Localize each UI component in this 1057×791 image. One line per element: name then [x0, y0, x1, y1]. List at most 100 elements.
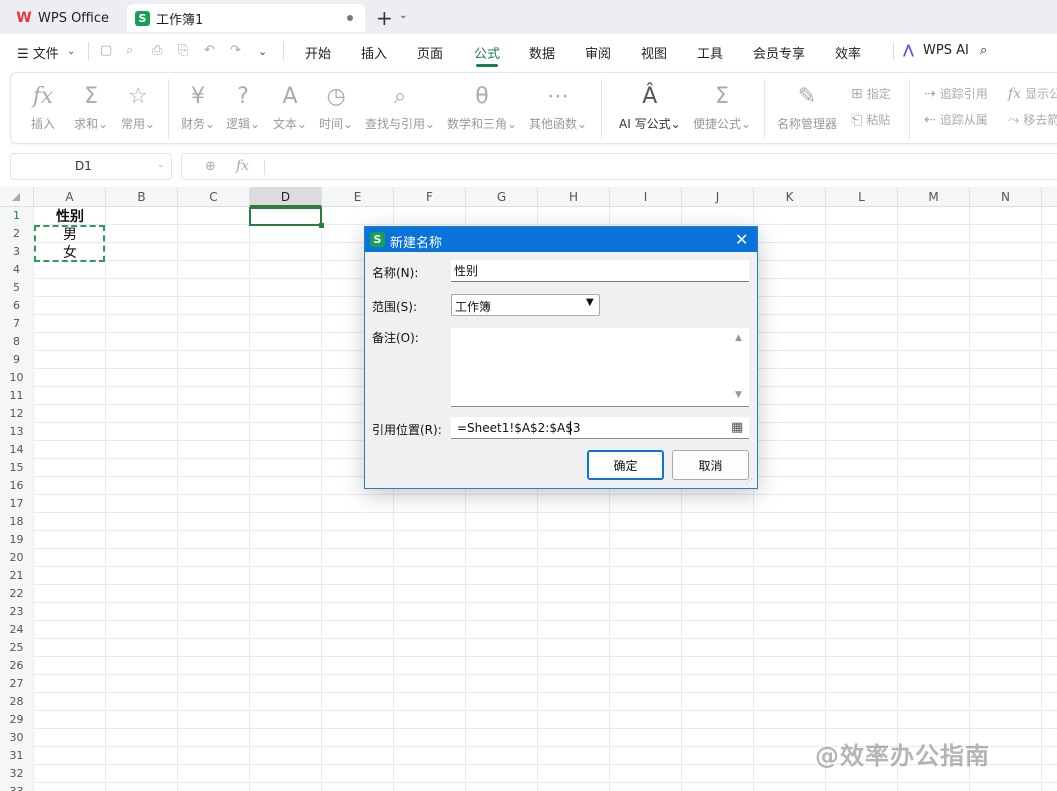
- quick-formula-button[interactable]: Σ 便捷公式⌄: [693, 81, 751, 132]
- ai-formula-button[interactable]: Â AI 写公式⌄: [619, 81, 681, 132]
- row-header-13[interactable]: 13: [0, 423, 34, 441]
- row-header-8[interactable]: 8: [0, 333, 34, 351]
- formula-bar[interactable]: ⊕ fx: [181, 153, 1057, 180]
- undo-icon[interactable]: ↶: [204, 43, 215, 58]
- row-header-19[interactable]: 19: [0, 531, 34, 549]
- column-header-j[interactable]: J: [682, 187, 754, 207]
- menu-insert[interactable]: 插入: [361, 43, 387, 62]
- name-box[interactable]: D1 ⌄: [10, 153, 172, 180]
- time-functions-button[interactable]: ◷ 时间⌄: [319, 81, 353, 132]
- tab-workbook[interactable]: S 工作簿1: [127, 4, 365, 32]
- name-box-dropdown-icon[interactable]: ⌄: [157, 160, 165, 170]
- column-header-k[interactable]: K: [754, 187, 826, 207]
- file-menu-chevron-icon[interactable]: ⌄: [67, 46, 75, 57]
- row-header-27[interactable]: 27: [0, 675, 34, 693]
- autosum-button[interactable]: Σ 求和⌄: [74, 81, 108, 132]
- scroll-up-icon[interactable]: ▲: [735, 333, 742, 343]
- scope-select[interactable]: 工作簿 ▼: [451, 294, 600, 316]
- refers-to-input[interactable]: =Sheet1!$A$2:$A$3 ▦: [451, 417, 749, 439]
- row-header-6[interactable]: 6: [0, 297, 34, 315]
- menu-start[interactable]: 开始: [305, 43, 331, 62]
- resize-grip-icon[interactable]: ⋰: [745, 477, 753, 486]
- column-header-n[interactable]: N: [970, 187, 1042, 207]
- row-header-30[interactable]: 30: [0, 729, 34, 747]
- row-header-18[interactable]: 18: [0, 513, 34, 531]
- export-icon[interactable]: ⌕: [126, 43, 133, 58]
- column-header-l[interactable]: L: [826, 187, 898, 207]
- lookup-functions-button[interactable]: ⌕ 查找与引用⌄: [365, 81, 435, 132]
- zoom-search-icon[interactable]: ⊕: [205, 159, 216, 174]
- ok-button[interactable]: 确定: [587, 450, 664, 480]
- dialog-title-bar[interactable]: S 新建名称 ✕: [365, 227, 757, 252]
- cell-a2[interactable]: 男: [34, 226, 106, 244]
- quick-access-more-icon[interactable]: ⌄: [258, 45, 267, 58]
- scroll-down-icon[interactable]: ▼: [735, 390, 742, 400]
- row-header-1[interactable]: 1: [0, 207, 34, 225]
- cell-a1[interactable]: 性别: [34, 208, 106, 226]
- new-tab-dropdown-icon[interactable]: ⌄: [399, 10, 407, 21]
- select-all-corner[interactable]: [0, 187, 34, 207]
- row-header-16[interactable]: 16: [0, 477, 34, 495]
- trace-precedents-button[interactable]: ⇢ 追踪引用: [924, 85, 988, 102]
- column-header-e[interactable]: E: [322, 187, 394, 207]
- row-header-24[interactable]: 24: [0, 621, 34, 639]
- fx-button[interactable]: fx: [236, 158, 249, 174]
- name-manager-button[interactable]: ✎ 名称管理器: [777, 81, 837, 132]
- specify-button[interactable]: ⊞ 指定: [851, 85, 891, 102]
- row-header-3[interactable]: 3: [0, 243, 34, 261]
- row-header-2[interactable]: 2: [0, 225, 34, 243]
- row-header-5[interactable]: 5: [0, 279, 34, 297]
- row-header-33[interactable]: 33: [0, 783, 34, 791]
- redo-icon[interactable]: ↷: [230, 43, 241, 58]
- row-header-12[interactable]: 12: [0, 405, 34, 423]
- column-header-m[interactable]: M: [898, 187, 970, 207]
- print-preview-icon[interactable]: ⎘: [178, 43, 188, 58]
- row-header-25[interactable]: 25: [0, 639, 34, 657]
- row-header-21[interactable]: 21: [0, 567, 34, 585]
- menu-member[interactable]: 会员专享: [753, 43, 805, 62]
- common-functions-button[interactable]: ☆ 常用⌄: [121, 81, 155, 132]
- row-header-14[interactable]: 14: [0, 441, 34, 459]
- row-header-15[interactable]: 15: [0, 459, 34, 477]
- tab-wps-office[interactable]: W WPS Office: [6, 4, 122, 32]
- new-tab-plus-icon[interactable]: +: [376, 6, 393, 30]
- row-header-20[interactable]: 20: [0, 549, 34, 567]
- paste-name-button[interactable]: ⎗ 粘贴: [851, 111, 890, 128]
- row-header-29[interactable]: 29: [0, 711, 34, 729]
- menu-formula[interactable]: 公式: [474, 43, 500, 62]
- active-cell-d1[interactable]: [249, 207, 322, 226]
- menu-review[interactable]: 审阅: [585, 43, 611, 62]
- column-header-a[interactable]: A: [34, 187, 106, 207]
- row-header-11[interactable]: 11: [0, 387, 34, 405]
- row-header-22[interactable]: 22: [0, 585, 34, 603]
- range-picker-icon[interactable]: ▦: [731, 420, 743, 435]
- menu-view[interactable]: 视图: [641, 43, 667, 62]
- column-header-i[interactable]: I: [610, 187, 682, 207]
- row-header-32[interactable]: 32: [0, 765, 34, 783]
- wps-ai-icon[interactable]: ⋀: [903, 43, 914, 58]
- file-menu[interactable]: ☰ 文件: [17, 43, 59, 62]
- finance-functions-button[interactable]: ¥ 财务⌄: [181, 81, 215, 132]
- column-header-h[interactable]: H: [538, 187, 610, 207]
- cell-a3[interactable]: 女: [34, 244, 106, 262]
- row-header-28[interactable]: 28: [0, 693, 34, 711]
- column-header-d[interactable]: D: [250, 187, 322, 207]
- row-header-10[interactable]: 10: [0, 369, 34, 387]
- menu-efficiency[interactable]: 效率: [835, 43, 861, 62]
- show-formula-button[interactable]: fx 显示公: [1008, 85, 1057, 102]
- menu-tools[interactable]: 工具: [697, 43, 723, 62]
- column-header-c[interactable]: C: [178, 187, 250, 207]
- trace-dependents-button[interactable]: ⇠ 追踪从属: [924, 111, 988, 128]
- row-header-9[interactable]: 9: [0, 351, 34, 369]
- column-header-b[interactable]: B: [106, 187, 178, 207]
- wps-ai-button[interactable]: WPS AI: [923, 43, 969, 58]
- close-icon[interactable]: ✕: [735, 230, 748, 249]
- comment-textarea[interactable]: ▲ ▼: [451, 328, 749, 407]
- menu-page[interactable]: 页面: [417, 43, 443, 62]
- unsaved-dot-icon[interactable]: [347, 15, 353, 21]
- menu-data[interactable]: 数据: [529, 43, 555, 62]
- row-header-17[interactable]: 17: [0, 495, 34, 513]
- insert-function-button[interactable]: fx 插入: [31, 81, 55, 132]
- row-header-4[interactable]: 4: [0, 261, 34, 279]
- fill-handle[interactable]: [319, 223, 324, 228]
